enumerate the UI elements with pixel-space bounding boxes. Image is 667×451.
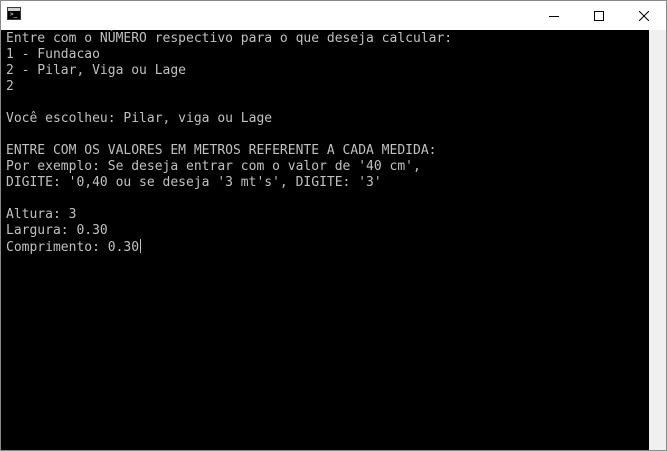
console-output[interactable]: Entre com o NÚMERO respectivo para o que… [1, 30, 649, 450]
maximize-button[interactable] [576, 1, 621, 30]
console-line: Altura: 3 [6, 207, 77, 222]
console-line: 2 - Pilar, Viga ou Lage [6, 63, 187, 78]
console-line: 2 [6, 79, 14, 94]
console-line-text: Comprimento: 0.30 [6, 240, 140, 255]
console-line: 1 - Fundacao [6, 47, 100, 62]
console-line: DIGITE: '0,40 ou se deseja '3 mt's', DIG… [6, 175, 382, 190]
minimize-icon [548, 15, 559, 17]
console-window: >_ Entre com o NÚMERO respectivo para o … [0, 0, 667, 451]
close-button[interactable] [621, 1, 666, 30]
vertical-scrollbar[interactable] [649, 30, 666, 450]
console-line: Por exemplo: Se deseja entrar com o valo… [6, 159, 421, 174]
console-app-icon[interactable]: >_ [7, 7, 21, 20]
close-icon [638, 10, 649, 21]
title-bar[interactable]: >_ [1, 1, 666, 30]
text-cursor [140, 239, 142, 253]
console-line: Entre com o NÚMERO respectivo para o que… [6, 31, 453, 46]
console-lines: Entre com o NÚMERO respectivo para o que… [6, 31, 452, 255]
maximize-icon [593, 10, 604, 21]
console-input-line[interactable]: Comprimento: 0.30 [6, 239, 452, 255]
minimize-button[interactable] [531, 1, 576, 30]
console-line: Largura: 0.30 [6, 223, 108, 238]
console-line: ENTRE COM OS VALORES EM METROS REFERENTE… [6, 143, 437, 158]
console-line: Você escolheu: Pilar, viga ou Lage [6, 111, 273, 126]
